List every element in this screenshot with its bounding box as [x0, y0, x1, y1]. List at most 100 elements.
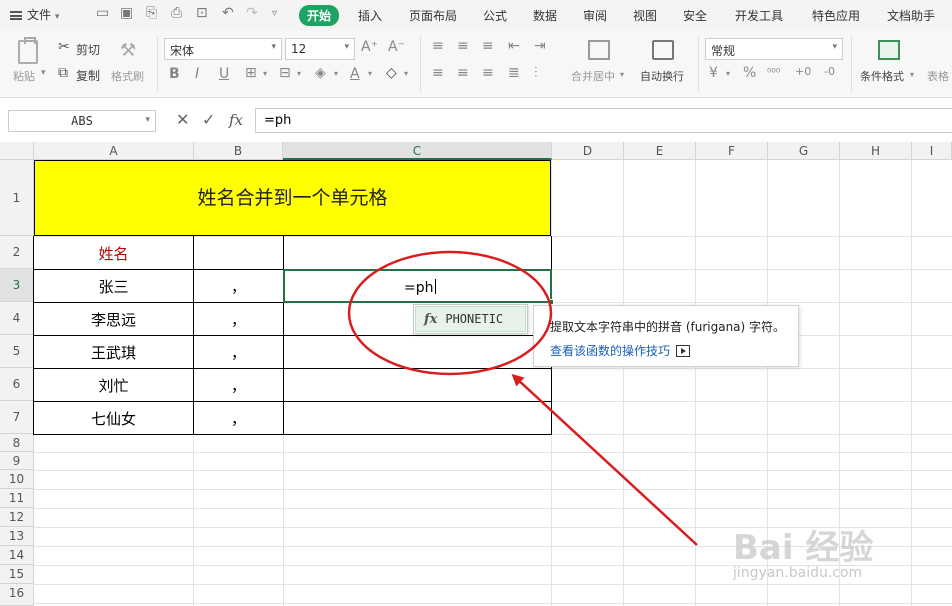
row-header-7[interactable]: 7	[0, 401, 34, 434]
border-icon[interactable]: ⊞	[245, 65, 257, 81]
tab-home[interactable]: 开始	[299, 5, 340, 26]
name-cell[interactable]: 刘忙	[34, 375, 193, 396]
row-header-10[interactable]: 10	[0, 470, 34, 489]
align-top-icon[interactable]: ≡	[432, 38, 444, 54]
align-bottom-icon[interactable]: ≡	[482, 38, 494, 54]
column-header-c[interactable]: C	[283, 142, 552, 160]
currency-icon[interactable]: ¥	[709, 65, 718, 81]
comma-style-icon[interactable]: ⁰⁰⁰	[767, 66, 780, 79]
tab-insert[interactable]: 插入	[358, 7, 382, 24]
tab-review[interactable]: 审阅	[583, 7, 607, 24]
tab-doc-assistant[interactable]: 文档助手	[887, 7, 935, 24]
separator-cell[interactable]: ，	[194, 276, 283, 297]
font-size-select[interactable]: 12 ▾	[285, 38, 355, 60]
column-header-f[interactable]: F	[696, 142, 768, 160]
dropdown-icon[interactable]: ▾	[263, 69, 267, 78]
function-tips-link[interactable]: 查看该函数的操作技巧	[550, 342, 691, 359]
format-painter-button[interactable]: 格式刷	[111, 68, 144, 84]
wrap-text-button[interactable]: 自动换行	[640, 68, 684, 84]
export-icon[interactable]: ⎘	[146, 5, 157, 21]
eraser-icon[interactable]: ◇	[386, 65, 397, 81]
separator-cell[interactable]: ，	[194, 375, 283, 396]
copy-button[interactable]: 复制	[76, 67, 100, 84]
merge-center-button[interactable]: 合并居中	[571, 68, 615, 84]
wrap-text-icon[interactable]	[652, 40, 674, 60]
row-header-2[interactable]: 2	[0, 236, 34, 269]
name-box[interactable]: ABS ▾	[8, 110, 156, 132]
column-header-i[interactable]: I	[912, 142, 952, 160]
paste-dropdown-icon[interactable]: ▾	[41, 68, 46, 78]
insert-function-button[interactable]: fx	[229, 111, 243, 129]
row-header-3[interactable]: 3	[0, 269, 34, 302]
row-header-13[interactable]: 13	[0, 527, 34, 546]
column-header-a[interactable]: A	[34, 142, 194, 160]
justify-icon[interactable]: ≣	[508, 65, 520, 81]
confirm-icon[interactable]: ✓	[202, 110, 215, 129]
cancel-icon[interactable]: ✕	[176, 110, 189, 129]
row-header-4[interactable]: 4	[0, 302, 34, 335]
table-style-button[interactable]: 表格	[927, 68, 949, 84]
redo-icon[interactable]: ↷	[246, 5, 258, 21]
row-header-6[interactable]: 6	[0, 368, 34, 401]
cell-style-icon[interactable]: ⊟	[279, 65, 291, 81]
cut-button[interactable]: 剪切	[76, 41, 100, 58]
row-header-1[interactable]: 1	[0, 160, 34, 236]
align-middle-icon[interactable]: ≡	[457, 38, 469, 54]
tab-view[interactable]: 视图	[633, 7, 657, 24]
row-header-8[interactable]: 8	[0, 434, 34, 452]
name-cell[interactable]: 七仙女	[34, 408, 193, 429]
column-header-g[interactable]: G	[768, 142, 840, 160]
tab-formulas[interactable]: 公式	[483, 7, 507, 24]
decrease-font-icon[interactable]: A⁻	[388, 39, 405, 55]
column-header-b[interactable]: B	[194, 142, 283, 160]
row-header-5[interactable]: 5	[0, 335, 34, 368]
file-menu[interactable]: 文件 ▾	[10, 6, 59, 23]
name-cell[interactable]: 王武琪	[34, 342, 193, 363]
print-preview-icon[interactable]: ⊡	[196, 5, 208, 21]
autocomplete-item-phonetic[interactable]: fx PHONETIC	[415, 306, 526, 332]
increase-font-icon[interactable]: A⁺	[361, 39, 378, 55]
merge-center-icon[interactable]	[588, 40, 610, 60]
tab-developer[interactable]: 开发工具	[735, 7, 783, 24]
align-center-icon[interactable]: ≡	[457, 65, 469, 81]
percent-icon[interactable]: %	[743, 65, 756, 81]
print-icon[interactable]: ⎙	[171, 5, 182, 21]
separator-cell[interactable]: ，	[194, 342, 283, 363]
dropdown-icon[interactable]: ▾	[620, 70, 624, 79]
distribute-icon[interactable]: ⫶	[534, 65, 538, 81]
column-header-e[interactable]: E	[624, 142, 696, 160]
font-name-select[interactable]: 宋体 ▾	[164, 38, 282, 60]
dropdown-icon[interactable]: ▾	[404, 69, 408, 78]
dropdown-icon[interactable]: ▾	[368, 69, 372, 78]
undo-icon[interactable]: ↶	[222, 5, 234, 21]
row-header-16[interactable]: 16	[0, 584, 34, 606]
column-header-h[interactable]: H	[840, 142, 912, 160]
conditional-format-button[interactable]: 条件格式	[860, 68, 904, 84]
font-color-icon[interactable]: A	[350, 66, 360, 82]
save-icon[interactable]: ▣	[120, 5, 133, 21]
separator-cell[interactable]: ，	[194, 408, 283, 429]
row-header-14[interactable]: 14	[0, 546, 34, 565]
number-format-select[interactable]: 常规 ▾	[705, 38, 843, 60]
merged-title-cell[interactable]: 姓名合并到一个单元格	[34, 160, 551, 236]
name-header-cell[interactable]: 姓名	[34, 243, 193, 264]
conditional-format-icon[interactable]	[878, 40, 900, 60]
tab-special[interactable]: 特色应用	[812, 7, 860, 24]
row-header-15[interactable]: 15	[0, 565, 34, 584]
row-header-12[interactable]: 12	[0, 508, 34, 527]
align-left-icon[interactable]: ≡	[432, 65, 444, 81]
row-header-11[interactable]: 11	[0, 489, 34, 508]
formula-input[interactable]: =ph	[255, 108, 952, 133]
tab-security[interactable]: 安全	[683, 7, 707, 24]
indent-increase-icon[interactable]: ⇥	[534, 38, 546, 54]
tab-page-layout[interactable]: 页面布局	[409, 7, 457, 24]
dropdown-icon[interactable]: ▾	[334, 69, 338, 78]
dropdown-icon[interactable]: ▾	[726, 69, 730, 78]
italic-icon[interactable]: I	[195, 66, 199, 82]
paste-button[interactable]: 粘贴	[13, 68, 35, 84]
bold-icon[interactable]: B	[169, 66, 180, 82]
decrease-decimal-icon[interactable]: -0	[824, 65, 835, 78]
select-all-corner[interactable]	[0, 142, 34, 160]
fill-color-icon[interactable]: ◈	[315, 65, 326, 81]
paste-icon[interactable]	[18, 37, 38, 64]
